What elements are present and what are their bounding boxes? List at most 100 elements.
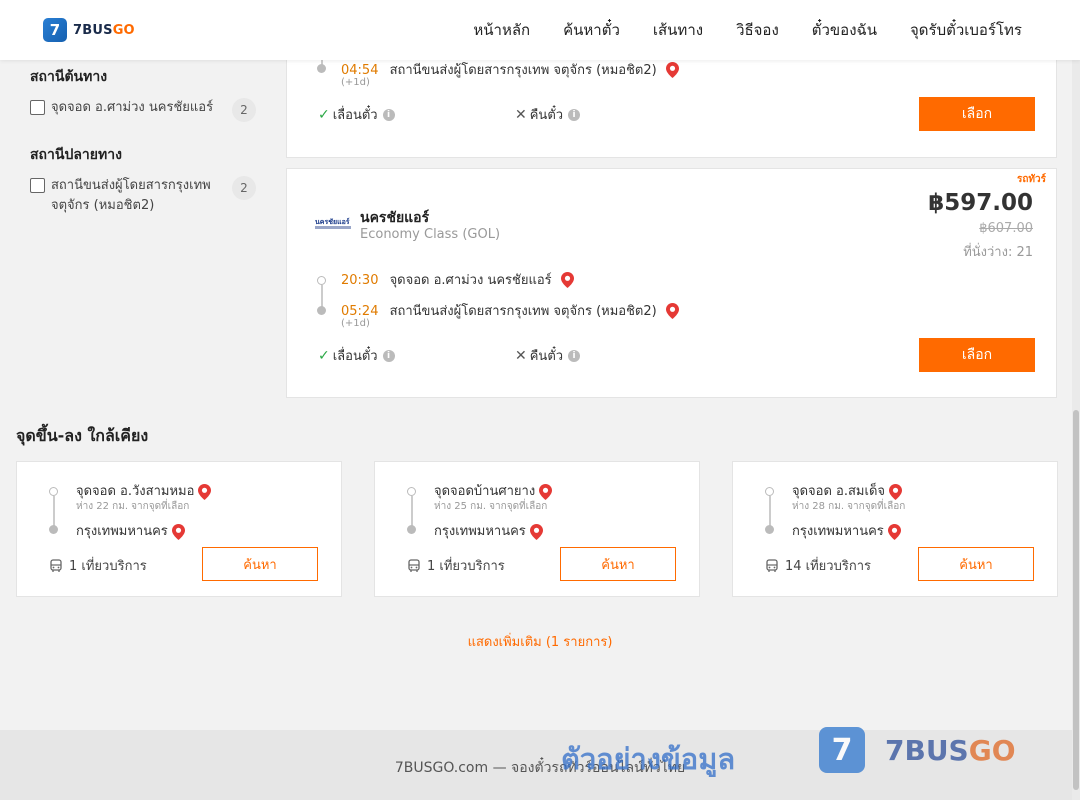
show-more-link[interactable]: แสดงเพิ่มเติม (1 รายการ) [0,631,1080,652]
check-icon: ✓ [318,347,330,364]
nearby-card: จุดจอดบ้านศายาง ห่าง 25 กม. จากจุดที่เลื… [374,461,700,597]
select-button[interactable]: เลือก [919,338,1035,372]
depart-stop: จุดจอด อ.ศาม่วง นครชัยแอร์ [389,273,552,288]
nearby-card: จุดจอด อ.สมเด็จ ห่าง 28 กม. จากจุดที่เลื… [732,461,1058,597]
bus-icon [408,558,420,572]
origin-filter-label: จุดจอด อ.ศาม่วง นครชัยแอร์ [51,100,214,115]
nearby-from: จุดจอด อ.สมเด็จ [792,480,903,501]
info-icon[interactable]: i [382,349,395,362]
nav-home[interactable]: หน้าหลัก [473,18,530,42]
nearby-section-title: จุดขึ้น-ลง ใกล้เคียง [16,426,149,445]
watermark-logo: 7 7BUSGO [819,727,1016,773]
nearby-trips: 1 เที่ยวบริการ [407,555,505,576]
timeline-dot-arrive [317,64,326,73]
map-pin-icon[interactable] [171,523,185,540]
select-button[interactable]: เลือก [919,97,1035,131]
nearby-to: กรุงเทพมหานคร [434,520,543,541]
ticket-price: ฿597.00 [928,190,1033,216]
svg-text:นครชัยแอร์: นครชัยแอร์ [315,217,350,226]
info-icon[interactable]: i [568,108,581,121]
arrive-row: 05:24 สถานีขนส่งผู้โดยสารกรุงเทพ จตุจักร… [341,300,679,321]
destination-count-badge: 2 [232,176,256,200]
depart-time: 20:30 [341,273,379,288]
nearby-distance: ห่าง 28 กม. จากจุดที่เลือก [792,501,906,512]
timeline-dot-from [49,487,58,496]
site-logo[interactable]: 7 7BUSGO [43,18,135,42]
destination-filter-label: สถานีขนส่งผู้โดยสารกรุงเทพ จตุจักร (หมอช… [51,178,211,213]
watermark-word: 7BUSGO [885,733,1016,767]
arrive-next-day: (+1d) [341,318,370,329]
arrive-stop: สถานีขนส่งผู้โดยสารกรุงเทพ จตุจักร (หมอช… [389,63,657,78]
check-icon: ✓ [318,106,330,123]
refund-policy: ✕ คืนตั๋ว i [515,104,581,125]
map-pin-icon[interactable] [665,302,679,319]
nearby-distance: ห่าง 22 กม. จากจุดที่เลือก [76,501,190,512]
nearby-from: จุดจอดบ้านศายาง [434,480,553,501]
timeline-dot-to [49,525,58,534]
map-pin-icon[interactable] [529,523,543,540]
reschedule-policy: ✓ เลื่อนตั๋ว i [318,104,395,125]
info-icon[interactable]: i [568,349,581,362]
arrive-row: 04:54 สถานีขนส่งผู้โดยสารกรุงเทพ จตุจักร… [341,59,679,80]
filter-sidebar: สถานีต้นทาง จุดจอด อ.ศาม่วง นครชัยแอร์ 2… [30,66,256,234]
origin-checkbox[interactable] [30,100,45,115]
logo-text: 7BUSGO [73,22,135,38]
nav-how-to-book[interactable]: วิธีจอง [736,18,779,42]
operator-name: นครชัยแอร์ [360,210,430,226]
arrive-stop: สถานีขนส่งผู้โดยสารกรุงเทพ จตุจักร (หมอช… [389,304,657,319]
timeline-dot-to [407,525,416,534]
cross-icon: ✕ [515,347,527,364]
logo-badge: 7 [43,18,67,42]
refund-label: คืนตั๋ว [529,108,564,123]
nearby-search-button[interactable]: ค้นหา [560,547,676,581]
origin-filter-title: สถานีต้นทาง [30,69,108,85]
nearby-distance: ห่าง 25 กม. จากจุดที่เลือก [434,501,548,512]
nearby-from: จุดจอด อ.วังสามหมอ [76,480,212,501]
info-icon[interactable]: i [382,108,395,121]
timeline-dot-from [765,487,774,496]
top-header: 7 7BUSGO หน้าหลัก ค้นหาตั๋ว เส้นทาง วิธี… [0,0,1080,60]
nearby-to: กรุงเทพมหานคร [76,520,185,541]
scrollbar-thumb[interactable] [1073,410,1079,790]
destination-filter-title: สถานีปลายทาง [30,147,122,163]
destination-checkbox[interactable] [30,178,45,193]
main-nav: หน้าหลัก ค้นหาตั๋ว เส้นทาง วิธีจอง ตั๋วข… [473,0,1022,60]
page-scrollbar[interactable] [1072,60,1080,800]
nearby-search-button[interactable]: ค้นหา [202,547,318,581]
map-pin-icon[interactable] [198,483,212,500]
arrive-time: 04:54 [341,63,379,78]
destination-filter-item[interactable]: สถานีขนส่งผู้โดยสารกรุงเทพ จตุจักร (หมอช… [30,176,256,216]
nearby-search-button[interactable]: ค้นหา [918,547,1034,581]
reschedule-label: เลื่อนตั๋ว [332,349,378,364]
timeline-dot-from [407,487,416,496]
origin-filter-item[interactable]: จุดจอด อ.ศาม่วง นครชัยแอร์ 2 [30,98,256,122]
timeline-dot-to [765,525,774,534]
timeline-line [321,285,323,307]
arrive-next-day: (+1d) [341,77,370,88]
arrive-time: 05:24 [341,304,379,319]
map-pin-icon[interactable] [560,271,574,288]
map-pin-icon[interactable] [889,483,903,500]
nav-search-tickets[interactable]: ค้นหาตั๋ว [563,18,620,42]
nearby-card: จุดจอด อ.วังสามหมอ ห่าง 22 กม. จากจุดที่… [16,461,342,597]
origin-count-badge: 2 [232,98,256,122]
nav-pickup-points[interactable]: จุดรับตั๋วเบอร์โทร [910,18,1022,42]
nearby-trips: 1 เที่ยวบริการ [49,555,147,576]
map-pin-icon[interactable] [887,523,901,540]
refund-policy: ✕ คืนตั๋ว i [515,345,581,366]
map-pin-icon[interactable] [665,61,679,78]
nearby-to: กรุงเทพมหานคร [792,520,901,541]
seats-available: ที่นั่งว่าง: 21 [963,245,1033,260]
operator-logo-icon: นครชัยแอร์ [315,217,351,229]
reschedule-policy: ✓ เลื่อนตั๋ว i [318,345,395,366]
timeline-line [53,496,55,526]
map-pin-icon[interactable] [539,483,553,500]
nav-my-tickets[interactable]: ตั๋วของฉัน [812,18,877,42]
reschedule-label: เลื่อนตั๋ว [332,108,378,123]
cross-icon: ✕ [515,106,527,123]
refund-label: คืนตั๋ว [529,349,564,364]
nav-routes[interactable]: เส้นทาง [653,18,703,42]
timeline-dot-depart [317,276,326,285]
watermark-badge: 7 [819,727,865,773]
trip-card-1: 04:54 สถานีขนส่งผู้โดยสารกรุงเทพ จตุจักร… [286,46,1057,158]
